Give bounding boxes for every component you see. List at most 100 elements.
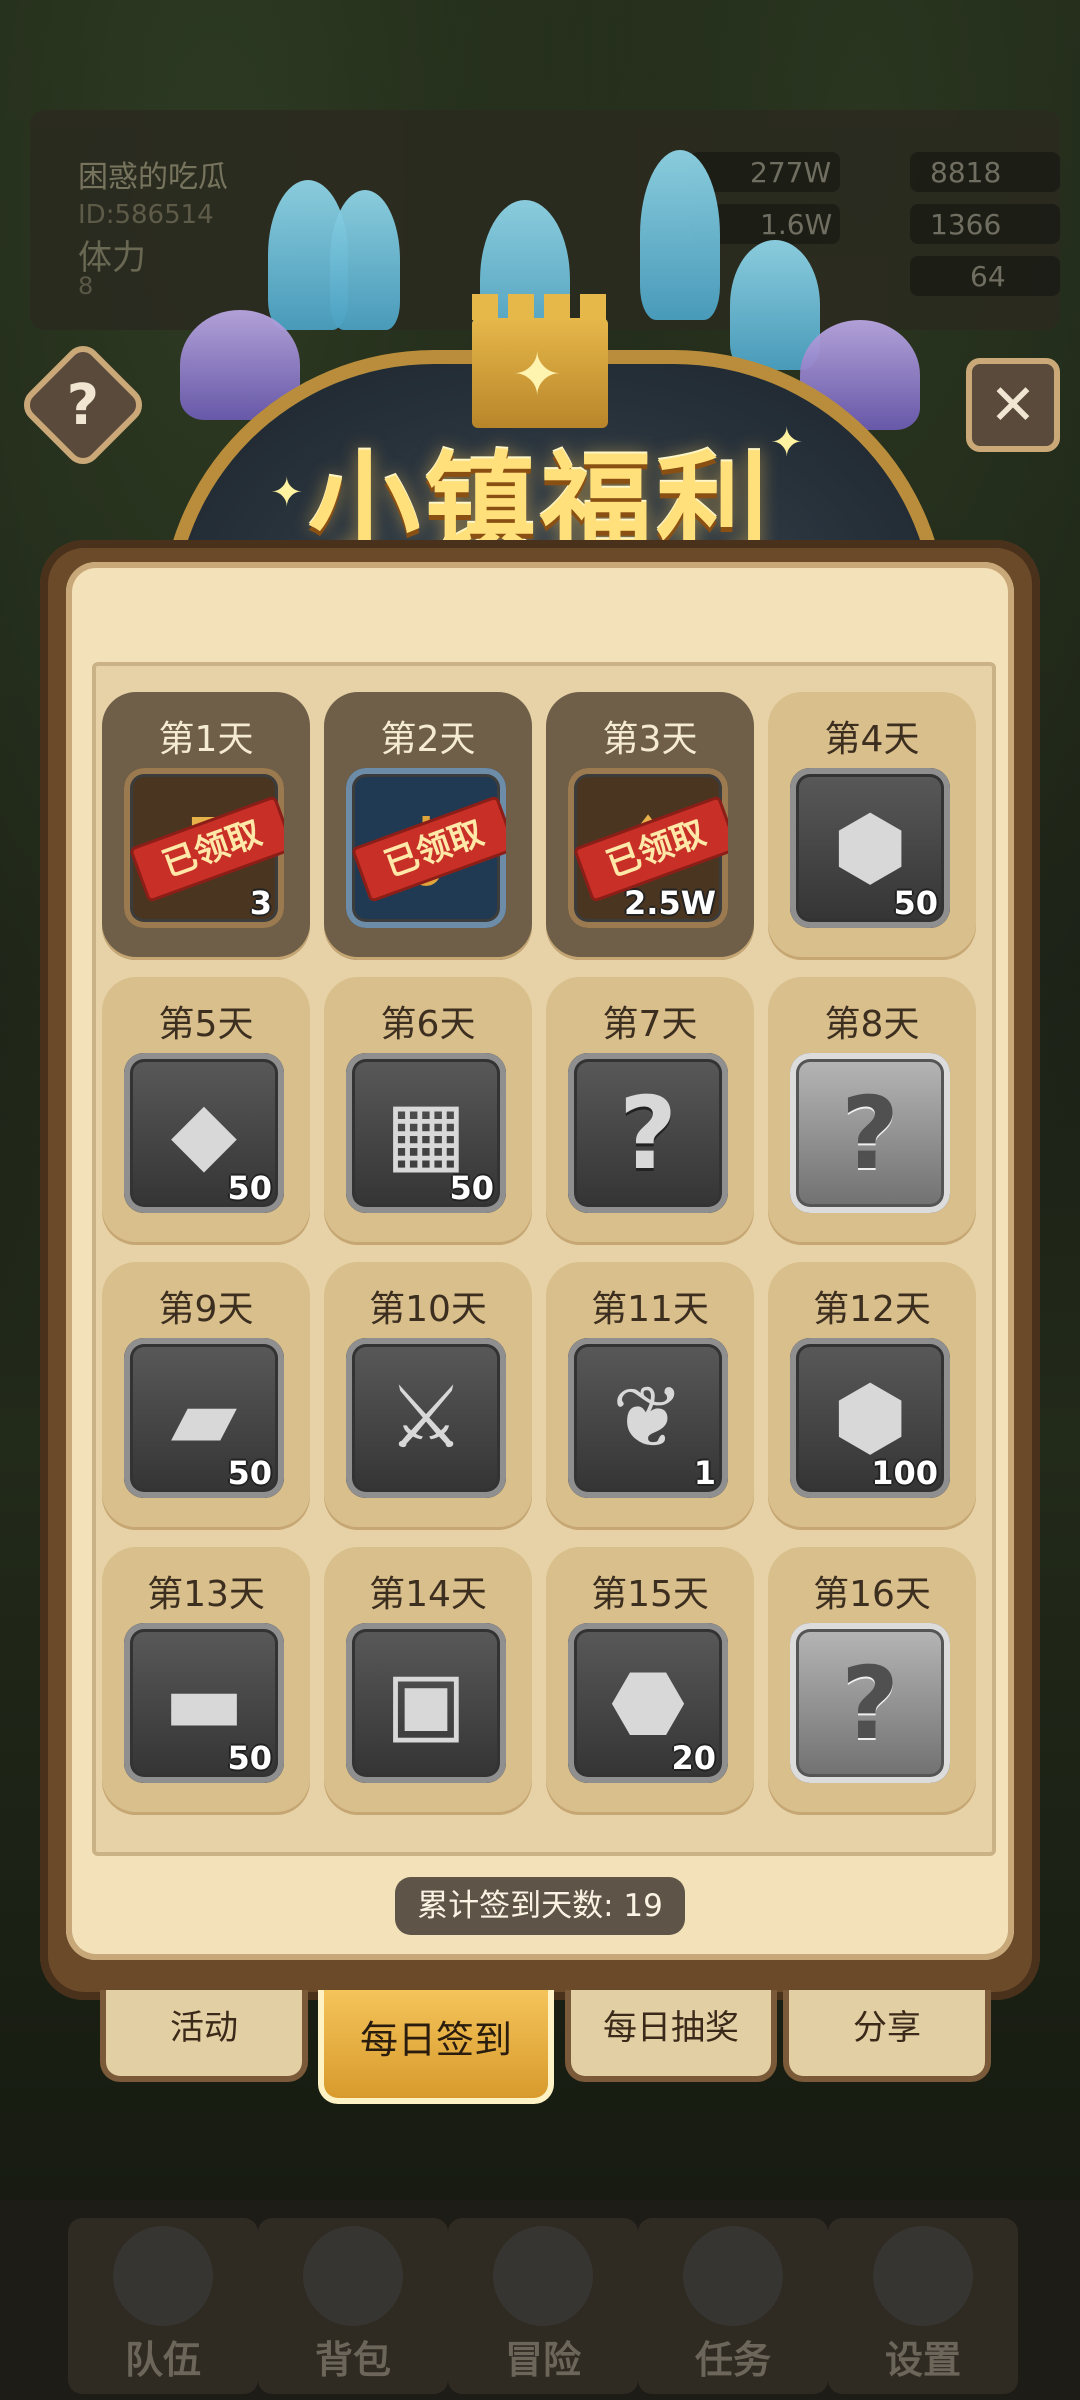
tab-label: 分享 xyxy=(853,2008,921,2048)
tab-share[interactable]: 分享 xyxy=(783,1990,991,2082)
star-icon: ✦ xyxy=(512,340,563,410)
reward-quantity: 2.5W xyxy=(624,884,716,922)
nav-backpack[interactable]: 背包 xyxy=(258,2218,448,2394)
tab-daily-lottery[interactable]: 每日抽奖 xyxy=(565,1990,777,2082)
day-label: 第13天 xyxy=(147,1574,265,1615)
day-label: 第6天 xyxy=(380,1004,476,1045)
scroll-icon xyxy=(683,2226,783,2326)
tab-label: 每日抽奖 xyxy=(603,2008,739,2048)
sparkle-icon: ✦ xyxy=(770,420,804,466)
day-label: 第2天 xyxy=(380,719,476,760)
day-label: 第1天 xyxy=(158,719,254,760)
reward-slot: ♦2.5W已领取 xyxy=(568,768,728,928)
helmet-icon xyxy=(113,2226,213,2326)
nav-adventure[interactable]: 冒险 xyxy=(448,2218,638,2394)
day-label: 第10天 xyxy=(369,1289,487,1330)
backpack-icon xyxy=(303,2226,403,2326)
bottom-nav: 队伍 背包 冒险 任务 设置 xyxy=(0,2200,1080,2400)
crystal-leaf-decoration xyxy=(330,190,400,330)
question-icon: ? xyxy=(618,1074,677,1192)
reward-slot: ❦ 1 xyxy=(568,1338,728,1498)
gem-value: 1.6W xyxy=(760,208,833,241)
stamina-value: 8 xyxy=(78,272,94,300)
sparkle-icon: ✦ xyxy=(270,470,304,516)
nav-label: 队伍 xyxy=(124,2338,201,2382)
day-cell[interactable]: 第1天 ⚱3已领取 xyxy=(102,692,310,960)
reward-slot: ▣ xyxy=(346,1623,506,1783)
reward-quantity: 50 xyxy=(227,1739,272,1777)
reward-quantity: 100 xyxy=(871,1454,938,1492)
tab-activity[interactable]: 活动 xyxy=(100,1990,308,2082)
day-label: 第3天 xyxy=(602,719,698,760)
stone-bar-value: 8818 xyxy=(930,156,1002,189)
day-label: 第16天 xyxy=(813,1574,931,1615)
reward-quantity: 50 xyxy=(449,1169,494,1207)
player-id: ID:586514 xyxy=(78,200,214,230)
day-cell[interactable]: 第16天? xyxy=(768,1547,976,1815)
nav-label: 冒险 xyxy=(504,2338,581,2382)
reward-slot: ◆ 50 xyxy=(124,1053,284,1213)
reward-quantity: 50 xyxy=(227,1454,272,1492)
crystal-value: 64 xyxy=(970,260,1006,293)
question-icon: ? xyxy=(840,1644,899,1762)
tab-daily-sign-in[interactable]: 每日签到 xyxy=(318,1990,554,2104)
total-sign-in-days: 累计签到天数: 19 xyxy=(395,1877,685,1935)
day-label: 第15天 xyxy=(591,1574,709,1615)
close-button[interactable]: ✕ xyxy=(966,358,1060,452)
day-cell[interactable]: 第8天? xyxy=(768,977,976,1245)
day-cell[interactable]: 第10天 ⚔ xyxy=(324,1262,532,1530)
reward-slot: ⚷已领取 xyxy=(346,768,506,928)
reward-quantity: 3 xyxy=(249,884,272,922)
day-label: 第4天 xyxy=(824,719,920,760)
day-label: 第14天 xyxy=(369,1574,487,1615)
day-label: 第8天 xyxy=(824,1004,920,1045)
day-label: 第11天 xyxy=(591,1289,709,1330)
day-cell[interactable]: 第4天 ⬢ 50 xyxy=(768,692,976,960)
question-icon: ? xyxy=(840,1074,899,1192)
reward-slot: ? xyxy=(790,1623,950,1783)
reward-slot: ⚱3已领取 xyxy=(124,768,284,928)
nav-quests[interactable]: 任务 xyxy=(638,2218,828,2394)
day-cell[interactable]: 第2天 ⚷已领取 xyxy=(324,692,532,960)
day-cell[interactable]: 第13天 ▬ 50 xyxy=(102,1547,310,1815)
reward-slot: ▦ 50 xyxy=(346,1053,506,1213)
question-icon: ? xyxy=(66,372,100,438)
reward-slot: ▬ 50 xyxy=(124,1623,284,1783)
reward-slot: ⬣ 20 xyxy=(568,1623,728,1783)
tab-label: 活动 xyxy=(170,2008,238,2048)
nav-label: 设置 xyxy=(884,2338,961,2382)
reward-quantity: 50 xyxy=(227,1169,272,1207)
close-icon: ✕ xyxy=(989,372,1037,438)
day-cell[interactable]: 第3天 ♦2.5W已领取 xyxy=(546,692,754,960)
reward-slot: ⬢ 100 xyxy=(790,1338,950,1498)
gold-value: 277W xyxy=(750,156,832,189)
day-label: 第5天 xyxy=(158,1004,254,1045)
nav-label: 背包 xyxy=(314,2338,391,2382)
day-cell[interactable]: 第14天 ▣ xyxy=(324,1547,532,1815)
crystal-leaf-decoration xyxy=(640,150,720,320)
day-cell[interactable]: 第9天 ▰ 50 xyxy=(102,1262,310,1530)
reward-slot: ⬢ 50 xyxy=(790,768,950,928)
tab-label: 每日签到 xyxy=(359,2018,512,2062)
nav-team[interactable]: 队伍 xyxy=(68,2218,258,2394)
day-cell[interactable]: 第5天 ◆ 50 xyxy=(102,977,310,1245)
day-label: 第12天 xyxy=(813,1289,931,1330)
day-label: 第9天 xyxy=(158,1289,254,1330)
sword-icon: ⚔ xyxy=(387,1368,465,1468)
gear-icon xyxy=(873,2226,973,2326)
nav-settings[interactable]: 设置 xyxy=(828,2218,1018,2394)
day-cell[interactable]: 第15天 ⬣ 20 xyxy=(546,1547,754,1815)
reward-slot: ⚔ xyxy=(346,1338,506,1498)
ore-value: 1366 xyxy=(930,208,1002,241)
reward-slot: ▰ 50 xyxy=(124,1338,284,1498)
day-cell[interactable]: 第7天? xyxy=(546,977,754,1245)
reward-slot: ? xyxy=(790,1053,950,1213)
day-label: 第7天 xyxy=(602,1004,698,1045)
reward-quantity: 50 xyxy=(893,884,938,922)
day-cell[interactable]: 第6天 ▦ 50 xyxy=(324,977,532,1245)
player-name: 困惑的吃瓜 xyxy=(78,160,228,195)
reward-quantity: 20 xyxy=(671,1739,716,1777)
day-cell[interactable]: 第11天 ❦ 1 xyxy=(546,1262,754,1530)
day-cell[interactable]: 第12天 ⬢ 100 xyxy=(768,1262,976,1530)
reward-slot: ? xyxy=(568,1053,728,1213)
